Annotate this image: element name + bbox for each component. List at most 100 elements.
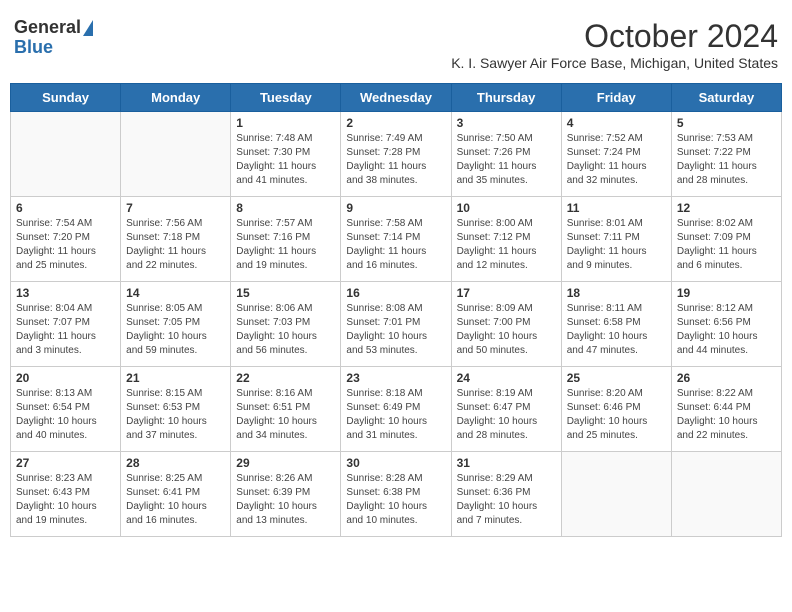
calendar-cell: 23 Sunrise: 8:18 AMSunset: 6:49 PMDayligh… [341,367,451,452]
calendar-cell: 14 Sunrise: 8:05 AMSunset: 7:05 PMDayligh… [121,282,231,367]
day-number: 19 [677,286,776,300]
cell-content: Sunrise: 8:16 AMSunset: 6:51 PMDaylight:… [236,387,335,443]
calendar-cell: 7 Sunrise: 7:56 AMSunset: 7:18 PMDaylight… [121,197,231,282]
day-number: 12 [677,201,776,215]
calendar-cell [121,112,231,197]
calendar-cell: 11Sunrise: 8:01 AMSunset: 7:11 PMDayligh… [561,197,671,282]
day-number: 7 [126,201,225,215]
cell-content: Sunrise: 8:20 AMSunset: 6:46 PMDaylight:… [567,387,666,443]
calendar-cell: 10Sunrise: 8:00 AMSunset: 7:12 PMDayligh… [451,197,561,282]
cell-content: Sunrise: 7:48 AMSunset: 7:30 PMDaylight:… [236,132,335,188]
calendar-cell: 31 Sunrise: 8:29 AMSunset: 6:36 PMDayligh… [451,452,561,537]
calendar-week-2: 6 Sunrise: 7:54 AMSunset: 7:20 PMDaylight… [11,197,782,282]
cell-content: Sunrise: 7:52 AMSunset: 7:24 PMDaylight:… [567,132,666,188]
calendar-cell: 22 Sunrise: 8:16 AMSunset: 6:51 PMDayligh… [231,367,341,452]
day-header-monday: Monday [121,84,231,112]
logo-blue-text: Blue [14,38,93,58]
day-number: 24 [457,371,556,385]
calendar-cell: 24 Sunrise: 8:19 AMSunset: 6:47 PMDayligh… [451,367,561,452]
day-number: 18 [567,286,666,300]
calendar-week-1: 1 Sunrise: 7:48 AMSunset: 7:30 PMDaylight… [11,112,782,197]
day-number: 26 [677,371,776,385]
cell-content: Sunrise: 7:54 AMSunset: 7:20 PMDaylight:… [16,217,115,273]
day-number: 9 [346,201,445,215]
day-number: 2 [346,116,445,130]
cell-content: Sunrise: 8:26 AMSunset: 6:39 PMDaylight:… [236,472,335,528]
cell-content: Sunrise: 8:12 AMSunset: 6:56 PMDaylight:… [677,302,776,358]
calendar-cell: 3 Sunrise: 7:50 AMSunset: 7:26 PMDaylight… [451,112,561,197]
calendar-week-3: 13Sunrise: 8:04 AMSunset: 7:07 PMDayligh… [11,282,782,367]
cell-content: Sunrise: 8:05 AMSunset: 7:05 PMDaylight:… [126,302,225,358]
day-number: 5 [677,116,776,130]
cell-content: Sunrise: 8:13 AMSunset: 6:54 PMDaylight:… [16,387,115,443]
cell-content: Sunrise: 8:15 AMSunset: 6:53 PMDaylight:… [126,387,225,443]
cell-content: Sunrise: 8:19 AMSunset: 6:47 PMDaylight:… [457,387,556,443]
day-number: 22 [236,371,335,385]
cell-content: Sunrise: 8:28 AMSunset: 6:38 PMDaylight:… [346,472,445,528]
calendar-cell: 6 Sunrise: 7:54 AMSunset: 7:20 PMDaylight… [11,197,121,282]
calendar-cell: 27 Sunrise: 8:23 AMSunset: 6:43 PMDayligh… [11,452,121,537]
calendar-cell: 8Sunrise: 7:57 AMSunset: 7:16 PMDaylight… [231,197,341,282]
day-number: 4 [567,116,666,130]
day-number: 30 [346,456,445,470]
cell-content: Sunrise: 7:53 AMSunset: 7:22 PMDaylight:… [677,132,776,188]
calendar-cell: 2Sunrise: 7:49 AMSunset: 7:28 PMDaylight… [341,112,451,197]
day-number: 21 [126,371,225,385]
cell-content: Sunrise: 8:09 AMSunset: 7:00 PMDaylight:… [457,302,556,358]
day-number: 29 [236,456,335,470]
calendar-cell [11,112,121,197]
day-header-wednesday: Wednesday [341,84,451,112]
day-number: 13 [16,286,115,300]
cell-content: Sunrise: 8:01 AMSunset: 7:11 PMDaylight:… [567,217,666,273]
calendar-table: SundayMondayTuesdayWednesdayThursdayFrid… [10,83,782,537]
calendar-header-row: SundayMondayTuesdayWednesdayThursdayFrid… [11,84,782,112]
logo-general-text: General [14,18,81,38]
day-number: 3 [457,116,556,130]
calendar-cell: 26 Sunrise: 8:22 AMSunset: 6:44 PMDayligh… [671,367,781,452]
calendar-cell: 29 Sunrise: 8:26 AMSunset: 6:39 PMDayligh… [231,452,341,537]
calendar-cell: 9Sunrise: 7:58 AMSunset: 7:14 PMDaylight… [341,197,451,282]
calendar-cell: 15Sunrise: 8:06 AMSunset: 7:03 PMDayligh… [231,282,341,367]
day-number: 25 [567,371,666,385]
logo: General Blue [14,18,93,58]
cell-content: Sunrise: 8:23 AMSunset: 6:43 PMDaylight:… [16,472,115,528]
cell-content: Sunrise: 8:02 AMSunset: 7:09 PMDaylight:… [677,217,776,273]
logo-triangle-icon [83,20,93,36]
day-number: 31 [457,456,556,470]
main-title: October 2024 [451,18,778,55]
cell-content: Sunrise: 8:22 AMSunset: 6:44 PMDaylight:… [677,387,776,443]
calendar-cell: 4 Sunrise: 7:52 AMSunset: 7:24 PMDaylight… [561,112,671,197]
calendar-cell: 30 Sunrise: 8:28 AMSunset: 6:38 PMDayligh… [341,452,451,537]
day-number: 16 [346,286,445,300]
calendar-cell: 20Sunrise: 8:13 AMSunset: 6:54 PMDayligh… [11,367,121,452]
calendar-cell: 19 Sunrise: 8:12 AMSunset: 6:56 PMDayligh… [671,282,781,367]
cell-content: Sunrise: 7:50 AMSunset: 7:26 PMDaylight:… [457,132,556,188]
cell-content: Sunrise: 8:11 AMSunset: 6:58 PMDaylight:… [567,302,666,358]
day-number: 8 [236,201,335,215]
day-number: 1 [236,116,335,130]
day-number: 14 [126,286,225,300]
cell-content: Sunrise: 8:18 AMSunset: 6:49 PMDaylight:… [346,387,445,443]
calendar-cell: 13Sunrise: 8:04 AMSunset: 7:07 PMDayligh… [11,282,121,367]
calendar-cell: 21 Sunrise: 8:15 AMSunset: 6:53 PMDayligh… [121,367,231,452]
day-header-saturday: Saturday [671,84,781,112]
page-header: General Blue October 2024 K. I. Sawyer A… [10,10,782,79]
day-number: 17 [457,286,556,300]
day-header-sunday: Sunday [11,84,121,112]
cell-content: Sunrise: 8:29 AMSunset: 6:36 PMDaylight:… [457,472,556,528]
day-header-tuesday: Tuesday [231,84,341,112]
day-number: 6 [16,201,115,215]
calendar-body: 1 Sunrise: 7:48 AMSunset: 7:30 PMDaylight… [11,112,782,537]
cell-content: Sunrise: 8:00 AMSunset: 7:12 PMDaylight:… [457,217,556,273]
calendar-cell: 28Sunrise: 8:25 AMSunset: 6:41 PMDayligh… [121,452,231,537]
calendar-cell: 16Sunrise: 8:08 AMSunset: 7:01 PMDayligh… [341,282,451,367]
calendar-cell [671,452,781,537]
day-header-thursday: Thursday [451,84,561,112]
subtitle: K. I. Sawyer Air Force Base, Michigan, U… [451,55,778,71]
calendar-week-4: 20Sunrise: 8:13 AMSunset: 6:54 PMDayligh… [11,367,782,452]
day-number: 27 [16,456,115,470]
day-number: 23 [346,371,445,385]
calendar-cell: 12 Sunrise: 8:02 AMSunset: 7:09 PMDayligh… [671,197,781,282]
cell-content: Sunrise: 7:56 AMSunset: 7:18 PMDaylight:… [126,217,225,273]
day-number: 28 [126,456,225,470]
